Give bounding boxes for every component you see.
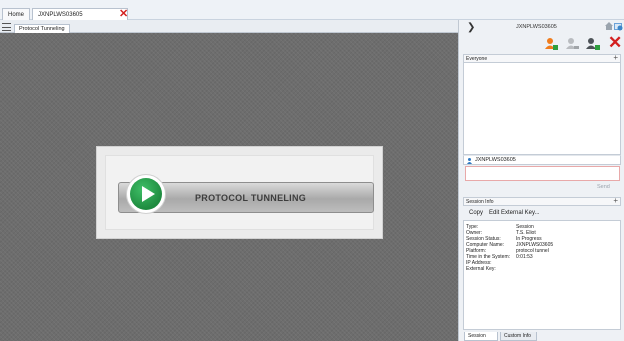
edit-external-key-button[interactable]: Edit External Key... xyxy=(489,207,540,220)
session-info-title: Session Info xyxy=(466,199,494,205)
session-tab-bar: Home JXNPLWS03605 ✕ xyxy=(0,0,624,20)
tab-session-label: JXNPLWS03605 xyxy=(38,12,83,18)
play-button[interactable] xyxy=(126,174,166,214)
copy-button[interactable]: Copy xyxy=(469,207,483,220)
list-item[interactable]: JXNPLWS03605 xyxy=(463,155,621,165)
everyone-title: Everyone xyxy=(466,56,488,62)
tab-home[interactable]: Home xyxy=(2,8,30,20)
session-info-details: Type: Session Owner: T.S. Eliot Session … xyxy=(463,220,621,330)
plus-icon[interactable]: + xyxy=(613,197,618,205)
send-button[interactable]: Send xyxy=(597,184,610,190)
close-icon[interactable]: ✕ xyxy=(119,8,128,20)
info-row: External Key: xyxy=(466,266,496,272)
left-panel-header: Protocol Tunneling xyxy=(0,20,458,33)
session-info-header: Session Info + xyxy=(463,197,621,206)
right-panel: ❯ JXNPLWS03605 ✕ Everyone + JXNPLWS03605… xyxy=(458,20,624,341)
protocol-tunneling-label: PROTOCOL TUNNELING xyxy=(195,193,307,203)
home-icon[interactable] xyxy=(605,22,613,30)
play-icon xyxy=(130,178,162,210)
tab-protocol-tunneling[interactable]: Protocol Tunneling xyxy=(14,24,70,33)
plus-icon[interactable]: + xyxy=(613,54,618,62)
session-info-toolbar: Copy Edit External Key... xyxy=(463,207,621,220)
everyone-header: Everyone + xyxy=(463,54,621,63)
host-title: JXNPLWS03605 xyxy=(516,24,557,30)
user-remove-icon[interactable] xyxy=(565,37,579,51)
chevron-right-icon[interactable]: ❯ xyxy=(467,22,475,33)
message-input[interactable] xyxy=(465,166,620,181)
member-name: JXNPLWS03605 xyxy=(475,157,516,163)
hamburger-menu-icon[interactable] xyxy=(2,23,11,31)
participants-list xyxy=(463,63,621,155)
refresh-icon[interactable] xyxy=(614,22,623,31)
user-add-icon[interactable] xyxy=(544,37,558,51)
session-stage: PROTOCOL TUNNELING xyxy=(0,33,458,341)
tab-session-info[interactable]: Session Info xyxy=(464,332,498,341)
end-session-x-icon[interactable]: ✕ xyxy=(608,34,622,51)
tab-session[interactable]: JXNPLWS03605 ✕ xyxy=(32,8,128,20)
tab-custom-info[interactable]: Custom Info xyxy=(500,332,537,341)
user-transfer-icon[interactable] xyxy=(586,37,600,51)
user-icon xyxy=(467,158,472,164)
